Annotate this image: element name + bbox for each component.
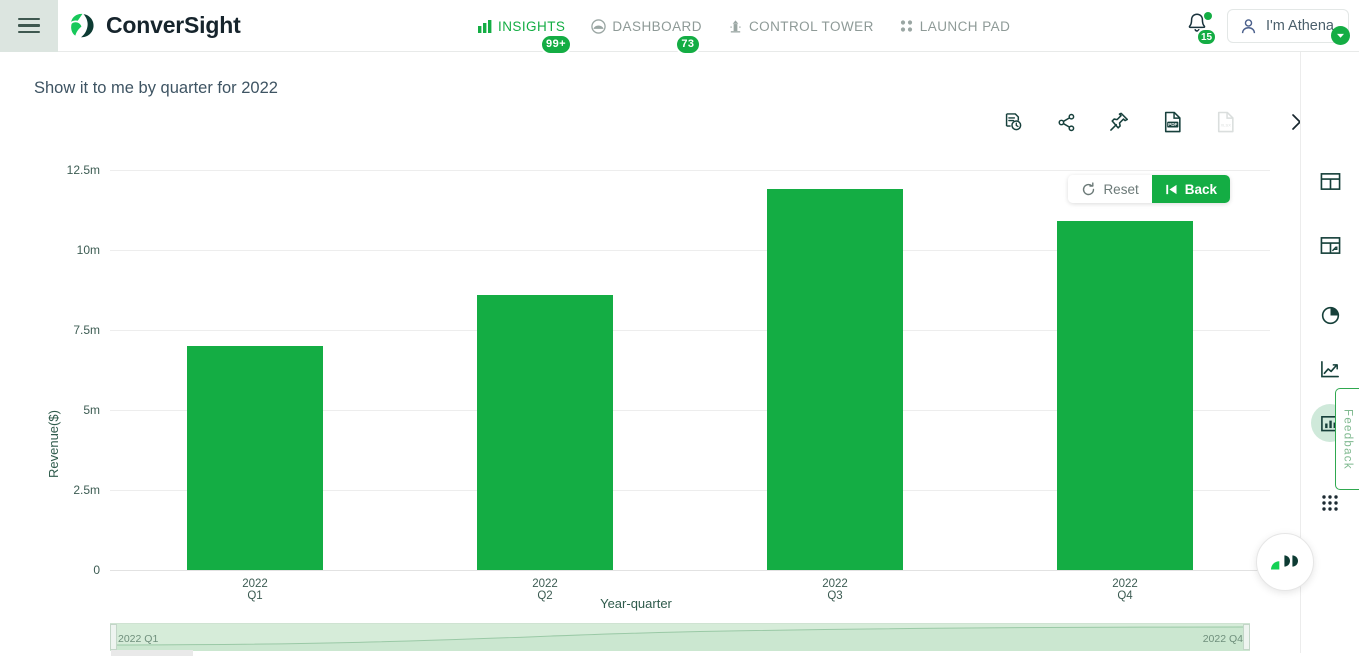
control-tower-icon	[728, 19, 743, 34]
hamburger-menu-button[interactable]	[0, 0, 58, 52]
main-navigation: INSIGHTS 99+ DASHBOARD 73	[478, 0, 1010, 52]
nav-badge-dashboard: 73	[675, 34, 700, 55]
nav-label-insights: INSIGHTS	[498, 19, 565, 34]
nav-item-control-tower[interactable]: CONTROL TOWER	[728, 19, 874, 34]
card-toolbar: PDF XLSX	[998, 107, 1315, 137]
nav-label-launch-pad: LAUNCH PAD	[920, 19, 1011, 34]
y-axis-tick: 7.5m	[20, 323, 100, 337]
y-axis-tick: 2.5m	[20, 483, 100, 497]
assistant-fab-button[interactable]	[1256, 533, 1314, 591]
notifications-button[interactable]: 15	[1185, 11, 1213, 41]
svg-text:PDF: PDF	[1168, 122, 1177, 127]
chart-bar[interactable]	[1057, 221, 1193, 570]
page-title-row: Show it to me by quarter for 2022	[0, 69, 1359, 107]
launch-pad-icon	[900, 19, 914, 33]
export-pdf-icon[interactable]: PDF	[1157, 107, 1187, 137]
assistant-icon	[1268, 549, 1302, 575]
user-menu-button[interactable]: I'm Athena	[1227, 9, 1349, 43]
chart-plot-area[interactable]: 02.5m5m7.5m10m12.5m2022Q12022Q22022Q3202…	[110, 170, 1270, 570]
notification-dot-icon	[1204, 12, 1212, 20]
nav-badge-insights: 99+	[540, 34, 572, 55]
range-handle-right[interactable]	[1243, 624, 1250, 650]
reset-button[interactable]: Reset	[1068, 175, 1151, 203]
nav-label-control-tower: CONTROL TOWER	[749, 19, 874, 34]
chart-bar[interactable]	[767, 189, 903, 570]
chart-container: Reset Back Revenue($) 02.5m5m7.5m10m12.5…	[0, 148, 1272, 638]
brand-name: ConverSight	[106, 12, 241, 39]
user-name-label: I'm Athena	[1266, 18, 1334, 34]
table-view-icon[interactable]	[1311, 162, 1349, 200]
line-chart-icon[interactable]	[1311, 350, 1349, 388]
notification-count-badge: 15	[1196, 28, 1217, 46]
svg-text:XLSX: XLSX	[1220, 123, 1231, 128]
export-xlsx-icon[interactable]: XLSX	[1210, 107, 1240, 137]
history-icon[interactable]	[998, 107, 1028, 137]
refresh-icon	[1081, 182, 1096, 197]
user-icon	[1239, 17, 1258, 36]
hamburger-icon	[18, 14, 40, 38]
chart-bar[interactable]	[187, 346, 323, 570]
y-axis-label: Revenue($)	[46, 410, 61, 478]
range-start-label: 2022 Q1	[118, 633, 158, 645]
chart-range-slider[interactable]: 2022 Q1 2022 Q4	[110, 623, 1250, 651]
chart-action-group: Reset Back	[1068, 175, 1230, 203]
nav-label-dashboard: DASHBOARD	[612, 19, 702, 34]
dashboard-icon	[591, 19, 606, 34]
y-axis-tick: 5m	[20, 403, 100, 417]
range-end-label: 2022 Q4	[1203, 633, 1243, 645]
y-axis-tick: 10m	[20, 243, 100, 257]
feedback-label: Feedback	[1342, 409, 1354, 470]
nav-item-insights[interactable]: INSIGHTS 99+	[478, 19, 565, 34]
gridline	[110, 570, 1270, 571]
insights-bar-icon	[478, 20, 492, 33]
range-area-curve	[111, 624, 1248, 652]
gridline	[110, 170, 1270, 171]
back-label: Back	[1185, 182, 1217, 197]
pivot-table-icon[interactable]	[1311, 226, 1349, 264]
header-right-actions: 15 I'm Athena	[1185, 0, 1349, 52]
range-handle-left[interactable]	[110, 624, 117, 650]
brand-logo[interactable]: ConverSight	[69, 12, 241, 40]
range-scroll-tail	[111, 650, 193, 656]
app-header: ConverSight INSIGHTS 99+ DASHBOARD	[0, 0, 1359, 52]
reset-label: Reset	[1103, 182, 1138, 197]
y-axis-tick: 0	[20, 563, 100, 577]
share-icon[interactable]	[1051, 107, 1081, 137]
nav-item-launch-pad[interactable]: LAUNCH PAD	[900, 19, 1011, 34]
y-axis-tick: 12.5m	[20, 163, 100, 177]
back-button[interactable]: Back	[1152, 175, 1230, 203]
step-back-icon	[1165, 183, 1178, 196]
pin-icon[interactable]	[1104, 107, 1134, 137]
chart-bar[interactable]	[477, 295, 613, 570]
nav-item-dashboard[interactable]: DASHBOARD 73	[591, 19, 702, 34]
conversight-logo-icon	[69, 12, 97, 40]
x-axis-label: Year-quarter	[0, 596, 1272, 611]
feedback-tab[interactable]: Feedback	[1335, 388, 1359, 490]
pie-chart-icon[interactable]	[1311, 296, 1349, 334]
page-title: Show it to me by quarter for 2022	[34, 79, 278, 98]
caret-down-icon[interactable]	[1331, 26, 1350, 45]
